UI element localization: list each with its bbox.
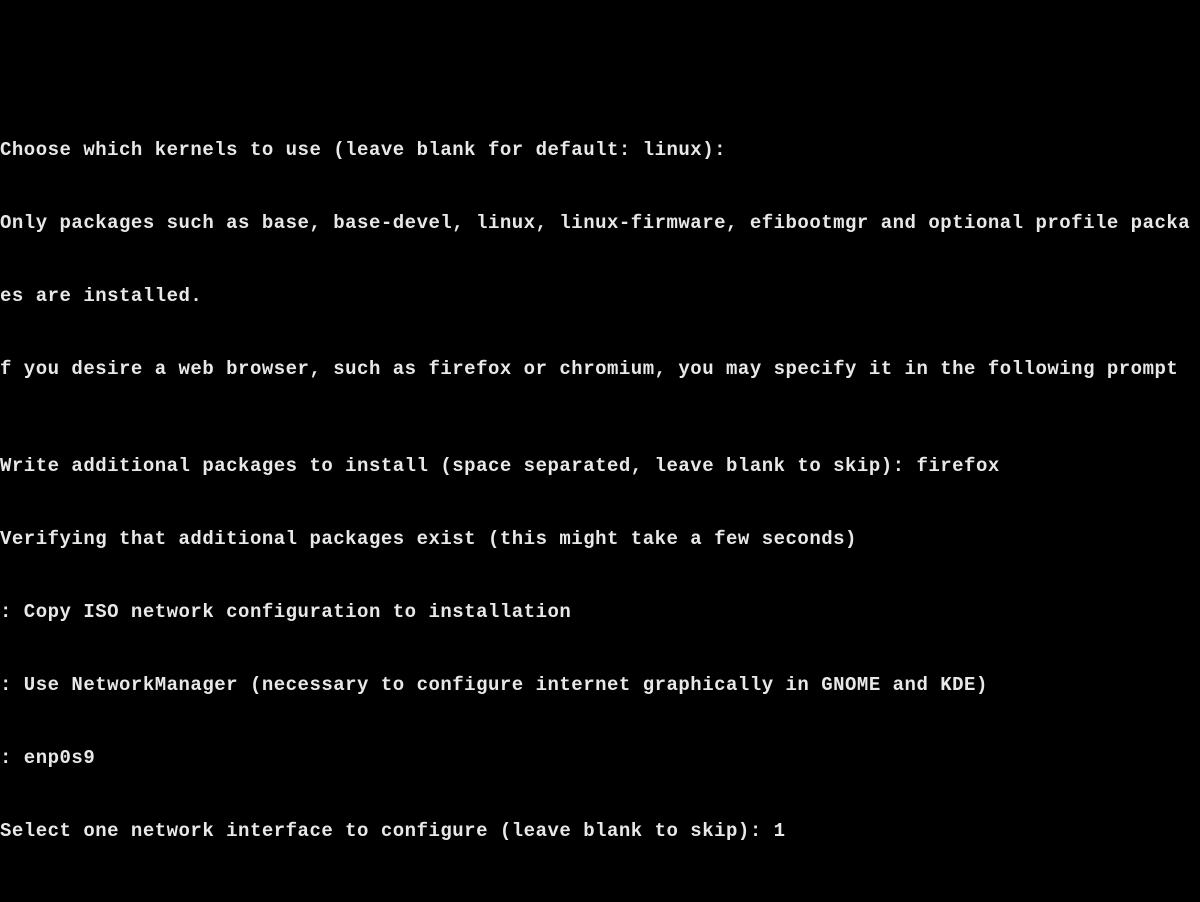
network-option-1: : Use NetworkManager (necessary to confi… [0,673,1200,697]
network-select-prompt: Select one network interface to configur… [0,820,774,842]
network-option-2: : enp0s9 [0,746,1200,770]
terminal-output: Choose which kernels to use (leave blank… [0,90,1200,892]
additional-packages-prompt: Write additional packages to install (sp… [0,455,916,477]
verifying-line: Verifying that additional packages exist… [0,527,1200,551]
additional-packages-input: firefox [916,455,999,477]
packages-info-line-1: Only packages such as base, base-devel, … [0,211,1200,235]
kernel-prompt-line: Choose which kernels to use (leave blank… [0,138,1200,162]
additional-packages-line: Write additional packages to install (sp… [0,454,1200,478]
browser-info-line: f you desire a web browser, such as fire… [0,357,1200,381]
network-option-0: : Copy ISO network configuration to inst… [0,600,1200,624]
terminal-screen[interactable]: Choose which kernels to use (leave blank… [0,0,1200,902]
packages-info-line-2: es are installed. [0,284,1200,308]
network-select-line[interactable]: Select one network interface to configur… [0,819,1200,843]
network-select-input[interactable]: 1 [774,820,786,842]
